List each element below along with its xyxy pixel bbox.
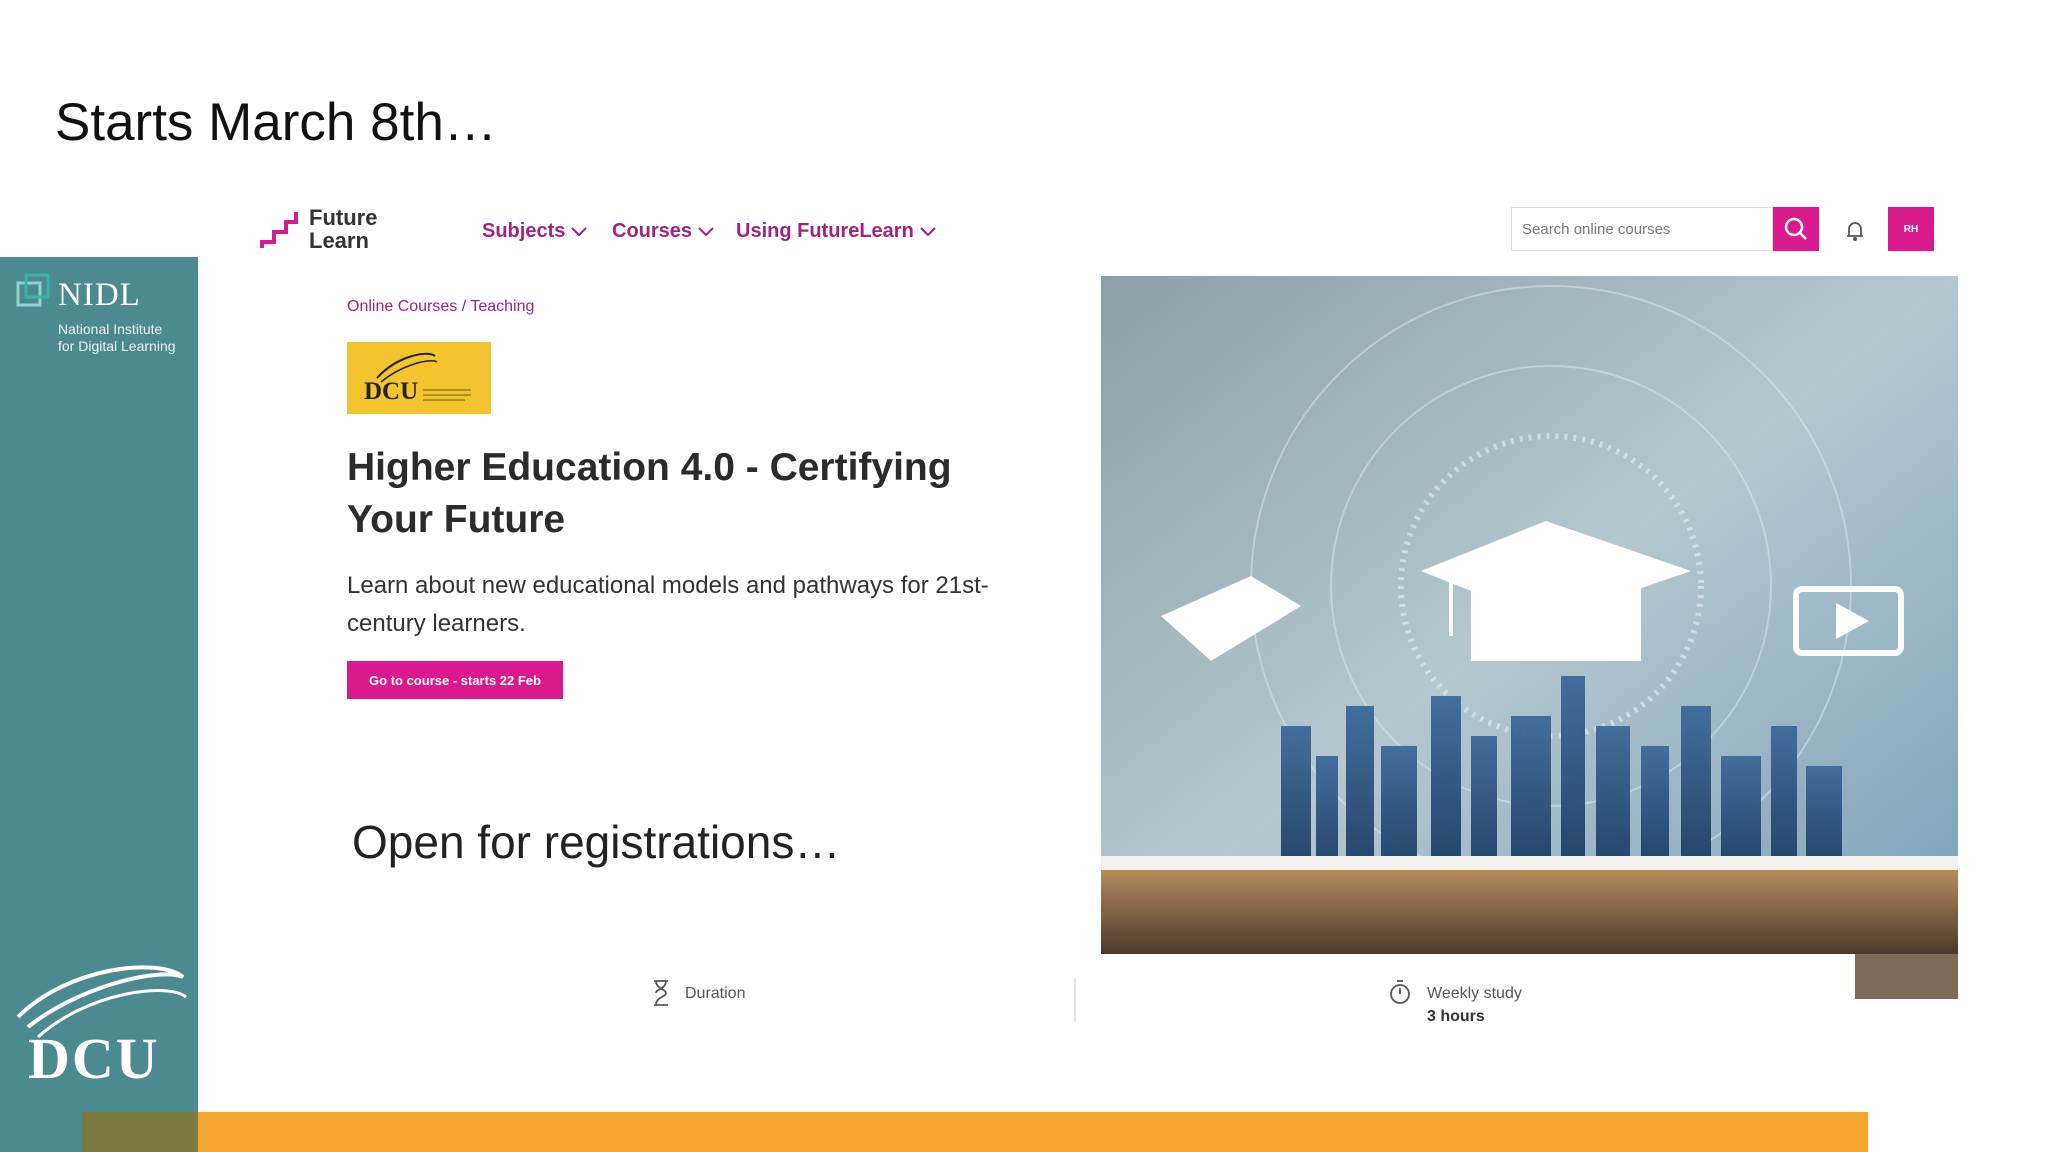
- dcu-logo-text: DCU: [28, 1026, 160, 1091]
- menu-courses[interactable]: Courses: [612, 220, 714, 243]
- nidl-subtitle-line2: for Digital Learning: [58, 338, 176, 354]
- bottom-bar: [198, 1112, 1868, 1152]
- course-title: Higher Education 4.0 - Certifying Your F…: [347, 446, 952, 541]
- menu-using-futurelearn[interactable]: Using FutureLearn: [736, 220, 936, 243]
- partner-logo-text: DCU: [364, 378, 419, 405]
- menu-using-futurelearn-label: Using FutureLearn: [736, 220, 914, 242]
- futurelearn-logo-icon[interactable]: [260, 210, 306, 250]
- nidl-name: NIDL: [58, 277, 141, 313]
- go-to-course-button[interactable]: Go to course - starts 22 Feb: [347, 661, 563, 699]
- nidl-subtitle: National Institute for Digital Learning: [58, 321, 198, 355]
- course-hero-image: [1101, 276, 1958, 954]
- nidl-subtitle-line1: National Institute: [58, 321, 163, 337]
- hourglass-icon: [654, 980, 668, 1006]
- chevron-down-icon: [571, 226, 588, 236]
- course-description: Learn about new educational models and p…: [347, 572, 989, 637]
- search-button[interactable]: [1773, 207, 1819, 251]
- menu-courses-label: Courses: [612, 220, 693, 242]
- nidl-sidebar: NIDL National Institute for Digital Lear…: [0, 257, 198, 1152]
- search-icon: [1784, 217, 1807, 240]
- user-avatar[interactable]: RH: [1888, 207, 1934, 251]
- breadcrumb[interactable]: Online Courses / Teaching: [347, 298, 534, 316]
- menu-subjects-label: Subjects: [482, 220, 566, 242]
- duration-label: Duration: [685, 985, 746, 1002]
- bottom-bar-accent: [82, 1112, 198, 1152]
- stats-divider: [1074, 978, 1076, 1022]
- registration-note: Open for registrations…: [352, 816, 841, 868]
- logo-line2: Learn: [309, 228, 369, 253]
- stopwatch-icon: [1390, 980, 1410, 1004]
- futurelearn-logo-text[interactable]: Future Learn: [309, 206, 377, 252]
- weekly-study-value: 3 hours: [1427, 1008, 1485, 1025]
- logo-line1: Future: [309, 205, 378, 230]
- nidl-logo-icon: [16, 273, 50, 307]
- futurelearn-navbar: Future Learn Subjects Courses Using Futu…: [198, 190, 1950, 270]
- partner-logo[interactable]: DCU: [347, 342, 491, 414]
- slide-title: Starts March 8th…: [55, 93, 497, 152]
- bell-icon[interactable]: [1845, 220, 1865, 242]
- chevron-down-icon: [920, 226, 936, 236]
- hero-image-corner: [1855, 954, 1958, 999]
- menu-subjects[interactable]: Subjects: [482, 220, 588, 243]
- search-input[interactable]: Search online courses: [1511, 207, 1773, 251]
- weekly-study-label: Weekly study: [1427, 985, 1522, 1002]
- chevron-down-icon: [698, 226, 714, 236]
